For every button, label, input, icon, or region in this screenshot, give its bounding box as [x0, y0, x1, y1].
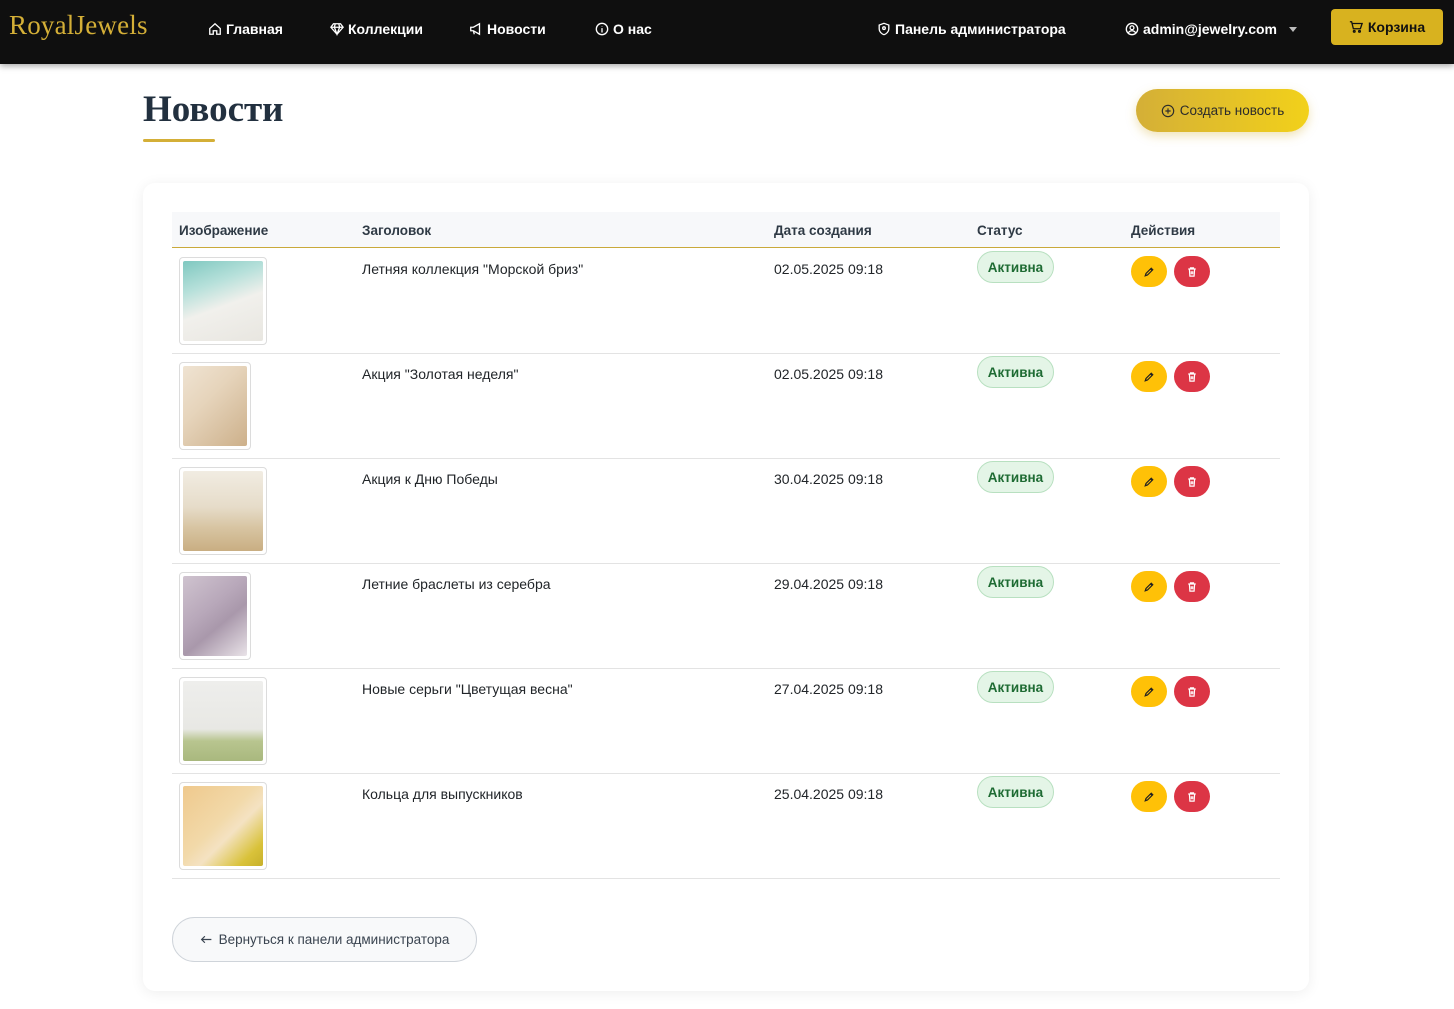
news-title: Летние браслеты из серебра — [362, 576, 551, 592]
nav-collections[interactable]: Коллекции — [330, 18, 423, 40]
user-circle-icon — [1125, 22, 1139, 36]
news-title: Акция к Дню Победы — [362, 471, 498, 487]
top-navbar: RoyalJewels Главная Коллекции Новости О … — [0, 0, 1454, 64]
pencil-icon — [1144, 266, 1154, 277]
column-header-title: Заголовок — [362, 223, 432, 238]
plus-circle-icon — [1161, 104, 1174, 117]
info-circle-icon — [595, 22, 609, 36]
news-image — [183, 261, 263, 341]
trash-icon — [1188, 266, 1196, 277]
trash-icon — [1188, 476, 1196, 487]
pencil-icon — [1144, 791, 1154, 802]
edit-button[interactable] — [1131, 676, 1167, 707]
nav-collections-label: Коллекции — [348, 21, 423, 37]
edit-button[interactable] — [1131, 256, 1167, 287]
table-row: Летние браслеты из серебра 29.04.2025 09… — [172, 564, 1280, 669]
pencil-icon — [1144, 371, 1154, 382]
news-image — [183, 366, 247, 446]
trash-icon — [1188, 686, 1196, 697]
user-email: admin@jewelry.com — [1143, 21, 1277, 37]
news-image — [183, 786, 263, 866]
news-title: Кольца для выпускников — [362, 786, 523, 802]
news-title: Новые серьги "Цветущая весна" — [362, 681, 573, 697]
column-header-image: Изображение — [179, 223, 269, 238]
pencil-icon — [1144, 476, 1154, 487]
shield-icon — [878, 22, 890, 36]
nav-admin-panel[interactable]: Панель администратора — [877, 18, 1066, 40]
cart-label: Корзина — [1367, 19, 1426, 35]
news-title: Летняя коллекция "Морской бриз" — [362, 261, 584, 277]
table-header: Изображение Заголовок Дата создания Стат… — [172, 212, 1280, 248]
trash-icon — [1188, 371, 1196, 382]
column-header-date: Дата создания — [774, 223, 872, 238]
create-news-label: Создать новость — [1179, 103, 1285, 118]
cart-button[interactable]: Корзина — [1331, 9, 1443, 45]
nav-news[interactable]: Новости — [469, 18, 546, 40]
news-thumbnail — [179, 467, 267, 555]
arrow-left-icon — [200, 935, 211, 944]
news-table-card: Изображение Заголовок Дата создания Стат… — [143, 183, 1309, 991]
create-news-button[interactable]: Создать новость — [1136, 89, 1309, 132]
table-row: Летняя коллекция "Морской бриз" 02.05.20… — [172, 249, 1280, 354]
gem-icon — [330, 23, 344, 36]
nav-news-label: Новости — [487, 21, 546, 37]
edit-button[interactable] — [1131, 361, 1167, 392]
cart-icon — [1349, 21, 1363, 33]
trash-icon — [1188, 581, 1196, 592]
trash-icon — [1188, 791, 1196, 802]
pencil-icon — [1144, 686, 1154, 697]
status-badge: Активна — [977, 776, 1054, 808]
back-to-admin-button[interactable]: Вернуться к панели администратора — [172, 917, 477, 962]
delete-button[interactable] — [1174, 361, 1210, 392]
house-icon — [209, 22, 221, 35]
user-dropdown[interactable]: admin@jewelry.com — [1125, 18, 1297, 40]
title-underline — [143, 139, 215, 142]
delete-button[interactable] — [1174, 466, 1210, 497]
chevron-down-icon — [1289, 26, 1297, 32]
news-date: 27.04.2025 09:18 — [774, 681, 883, 697]
news-date: 02.05.2025 09:18 — [774, 366, 883, 382]
news-thumbnail — [179, 677, 267, 765]
news-date: 30.04.2025 09:18 — [774, 471, 883, 487]
nav-admin-panel-label: Панель администратора — [895, 21, 1066, 37]
pencil-icon — [1144, 581, 1154, 592]
nav-about[interactable]: О нас — [595, 18, 652, 40]
edit-button[interactable] — [1131, 571, 1167, 602]
edit-button[interactable] — [1131, 466, 1167, 497]
page-title: Новости — [143, 89, 284, 130]
news-date: 29.04.2025 09:18 — [774, 576, 883, 592]
news-image — [183, 681, 263, 761]
column-header-status: Статус — [977, 223, 1023, 238]
news-thumbnail — [179, 572, 251, 660]
table-row: Кольца для выпускников 25.04.2025 09:18 … — [172, 774, 1280, 879]
nav-about-label: О нас — [613, 21, 652, 37]
status-badge: Активна — [977, 461, 1054, 493]
delete-button[interactable] — [1174, 781, 1210, 812]
news-thumbnail — [179, 362, 251, 450]
status-badge: Активна — [977, 251, 1054, 283]
news-date: 02.05.2025 09:18 — [774, 261, 883, 277]
table-row: Акция "Золотая неделя" 02.05.2025 09:18 … — [172, 354, 1280, 459]
status-badge: Активна — [977, 356, 1054, 388]
news-image — [183, 576, 247, 656]
status-badge: Активна — [977, 671, 1054, 703]
back-to-admin-label: Вернуться к панели администратора — [218, 932, 450, 947]
nav-home[interactable]: Главная — [208, 18, 283, 40]
edit-button[interactable] — [1131, 781, 1167, 812]
brand-logo[interactable]: RoyalJewels — [9, 10, 148, 41]
megaphone-icon — [470, 22, 481, 36]
delete-button[interactable] — [1174, 676, 1210, 707]
delete-button[interactable] — [1174, 256, 1210, 287]
news-image — [183, 471, 263, 551]
news-date: 25.04.2025 09:18 — [774, 786, 883, 802]
delete-button[interactable] — [1174, 571, 1210, 602]
column-header-actions: Действия — [1131, 223, 1196, 238]
news-title: Акция "Золотая неделя" — [362, 366, 519, 382]
table-row: Акция к Дню Победы 30.04.2025 09:18 Акти… — [172, 459, 1280, 564]
nav-home-label: Главная — [226, 21, 283, 37]
status-badge: Активна — [977, 566, 1054, 598]
news-thumbnail — [179, 257, 267, 345]
news-thumbnail — [179, 782, 267, 870]
table-row: Новые серьги "Цветущая весна" 27.04.2025… — [172, 669, 1280, 774]
